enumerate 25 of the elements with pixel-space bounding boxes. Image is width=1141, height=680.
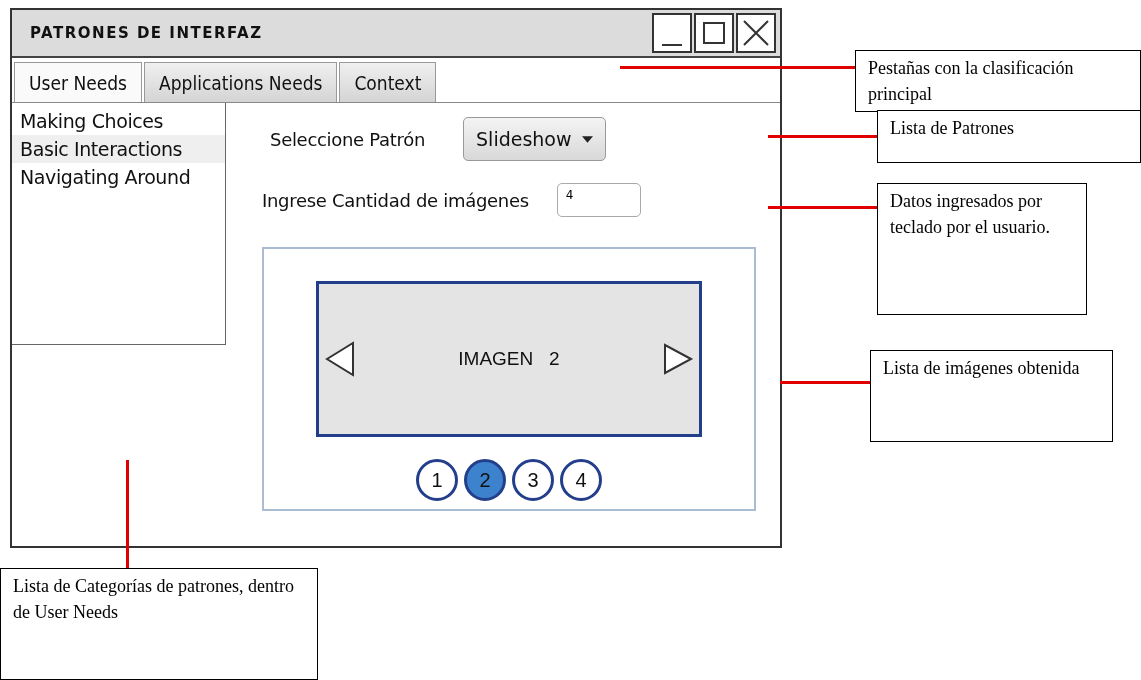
annotation-note: Datos ingresados por teclado por el usuario. <box>877 183 1087 315</box>
annotation-note: Pestañas con la clasificación principal <box>855 50 1141 113</box>
category-item[interactable]: Making Choices <box>12 107 225 135</box>
maximize-icon[interactable] <box>694 13 734 53</box>
image-label: IMAGEN 2 <box>458 348 560 370</box>
category-item[interactable]: Navigating Around <box>12 163 225 191</box>
category-item[interactable]: Basic Interactions <box>12 135 225 163</box>
annotation-note: Lista de imágenes obtenida <box>870 350 1113 442</box>
annotation-note: Lista de Patrones <box>877 110 1141 163</box>
page-dot[interactable]: 1 <box>416 459 458 501</box>
minimize-icon[interactable] <box>652 13 692 53</box>
page-dot[interactable]: 2 <box>464 459 506 501</box>
pattern-dropdown[interactable]: Slideshow <box>463 117 606 161</box>
quantity-label: Ingrese Cantidad de imágenes <box>262 189 529 211</box>
page-dot[interactable]: 3 <box>512 459 554 501</box>
caret-icon <box>581 135 593 143</box>
tab[interactable]: Context <box>339 62 437 102</box>
tab[interactable]: User Needs <box>14 62 142 102</box>
window-title: PATRONES DE INTERFAZ <box>30 24 263 42</box>
tab[interactable]: Applications Needs <box>144 62 338 102</box>
close-icon[interactable] <box>736 13 776 53</box>
pattern-label: Seleccione Patrón <box>270 128 426 150</box>
page-dot[interactable]: 4 <box>560 459 602 501</box>
quantity-field[interactable]: 4 <box>556 183 641 217</box>
annotation-note: Lista de Categorías de patrones, dentro de User Needs <box>0 568 318 680</box>
